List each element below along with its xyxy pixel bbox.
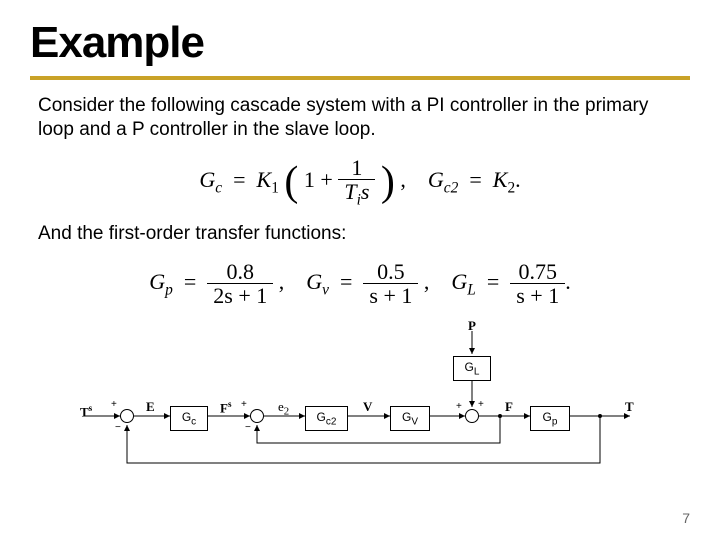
paragraph-1: Consider the following cascade system wi… <box>38 94 682 142</box>
block-gl: GL <box>453 356 491 381</box>
plus-sign: + <box>241 399 247 410</box>
block-gc2: Gc2 <box>305 406 348 431</box>
equation-transfer-functions: Gp = 0.8 2s + 1 , Gv = 0.5 s + 1 , GL = … <box>30 260 690 307</box>
label-e2: e2 <box>278 399 289 418</box>
block-gc: Gc <box>170 406 208 431</box>
label-fs: Fs <box>220 399 232 416</box>
plus-sign: + <box>111 399 117 410</box>
label-e: E <box>146 399 155 415</box>
slide-title: Example <box>30 18 690 68</box>
sum-junction-disturbance <box>465 409 479 423</box>
block-gp: Gp <box>530 406 570 431</box>
label-v: V <box>363 399 372 415</box>
plus-sign: + <box>456 401 462 412</box>
block-gv: GV <box>390 406 430 431</box>
label-ts: Ts <box>80 403 92 420</box>
minus-sign: − <box>245 422 251 433</box>
equation-controllers: Gc = K1 ( 1 + 1 Tis ) , Gc2 = K2. <box>30 156 690 209</box>
block-diagram: + − + − + + Gc Gc2 GV GL Gp P Ts E Fs e2… <box>80 321 640 471</box>
paragraph-2: And the first-order transfer functions: <box>38 222 682 246</box>
title-rule <box>30 76 690 80</box>
sum-junction-inner <box>250 409 264 423</box>
label-p: P <box>468 318 476 334</box>
label-f: F <box>505 399 513 415</box>
label-t: T <box>625 399 634 415</box>
page-number: 7 <box>682 510 690 526</box>
diagram-wires <box>80 321 640 471</box>
plus-sign: + <box>478 399 484 410</box>
sum-junction-outer <box>120 409 134 423</box>
minus-sign: − <box>115 422 121 433</box>
